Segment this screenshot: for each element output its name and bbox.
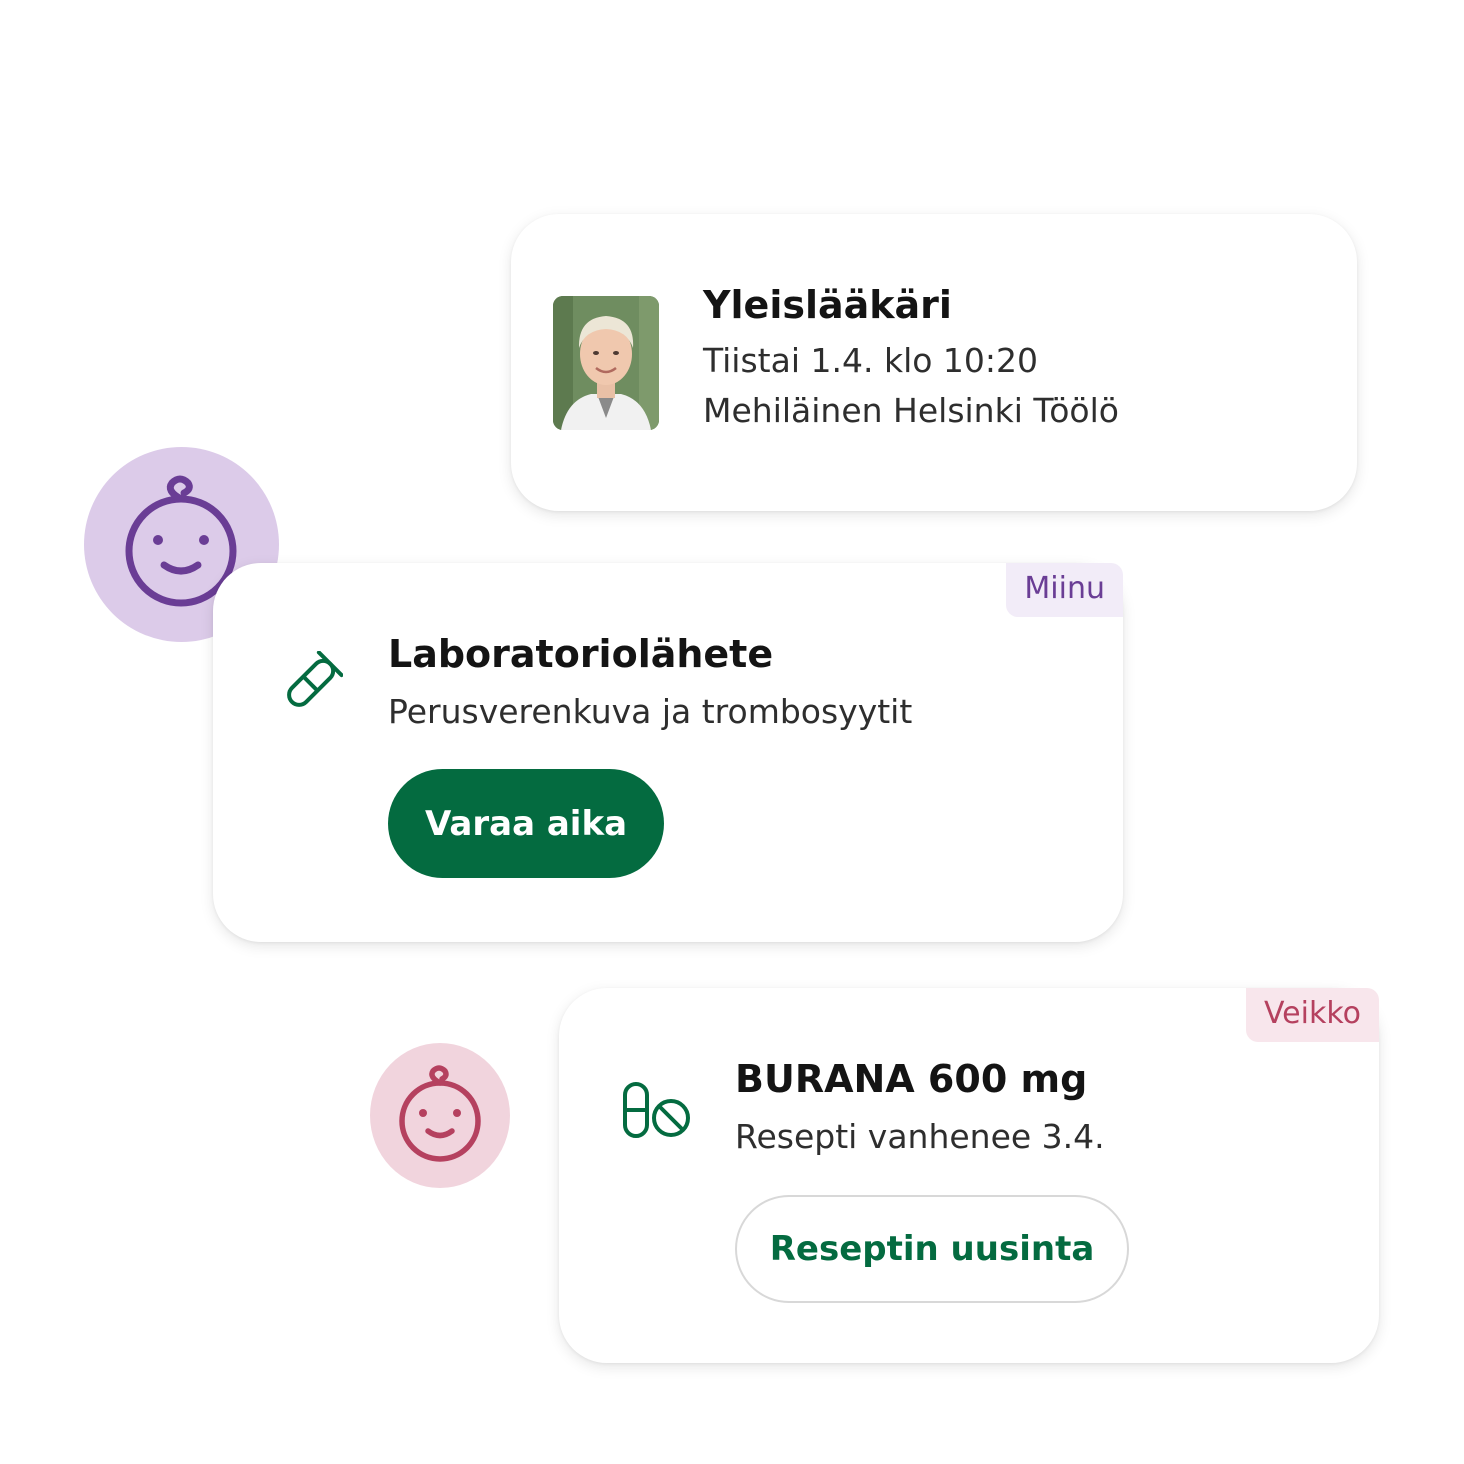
lab-referral-title: Laboratoriolähete [388, 632, 774, 676]
owner-tag-miinu: Miinu [1006, 563, 1123, 617]
prescription-card[interactable]: Veikko BURANA 600 mg Resepti vanhenee 3.… [559, 988, 1379, 1363]
appointment-location: Mehiläinen Helsinki Töölö [703, 391, 1119, 430]
test-tube-icon [275, 650, 344, 719]
doctor-photo [553, 296, 659, 430]
doctor-portrait-icon [553, 296, 659, 430]
renew-prescription-button[interactable]: Reseptin uusinta [735, 1195, 1129, 1303]
lab-referral-card[interactable]: Miinu Laboratoriolähete Perusverenkuva j… [213, 563, 1123, 942]
book-appointment-button[interactable]: Varaa aika [388, 769, 664, 878]
lab-referral-description: Perusverenkuva ja trombosyytit [388, 692, 913, 731]
pills-icon [621, 1080, 693, 1140]
prescription-description: Resepti vanhenee 3.4. [735, 1117, 1105, 1156]
appointment-title: Yleislääkäri [703, 283, 952, 327]
appointment-datetime: Tiistai 1.4. klo 10:20 [703, 341, 1039, 380]
veikko-avatar [370, 1043, 510, 1188]
stage: Yleislääkäri Tiistai 1.4. klo 10:20 Mehi… [0, 0, 1464, 1464]
appointment-card[interactable]: Yleislääkäri Tiistai 1.4. klo 10:20 Mehi… [511, 214, 1357, 511]
prescription-title: BURANA 600 mg [735, 1057, 1088, 1101]
baby-face-icon [399, 1065, 481, 1162]
owner-tag-veikko: Veikko [1245, 988, 1379, 1042]
